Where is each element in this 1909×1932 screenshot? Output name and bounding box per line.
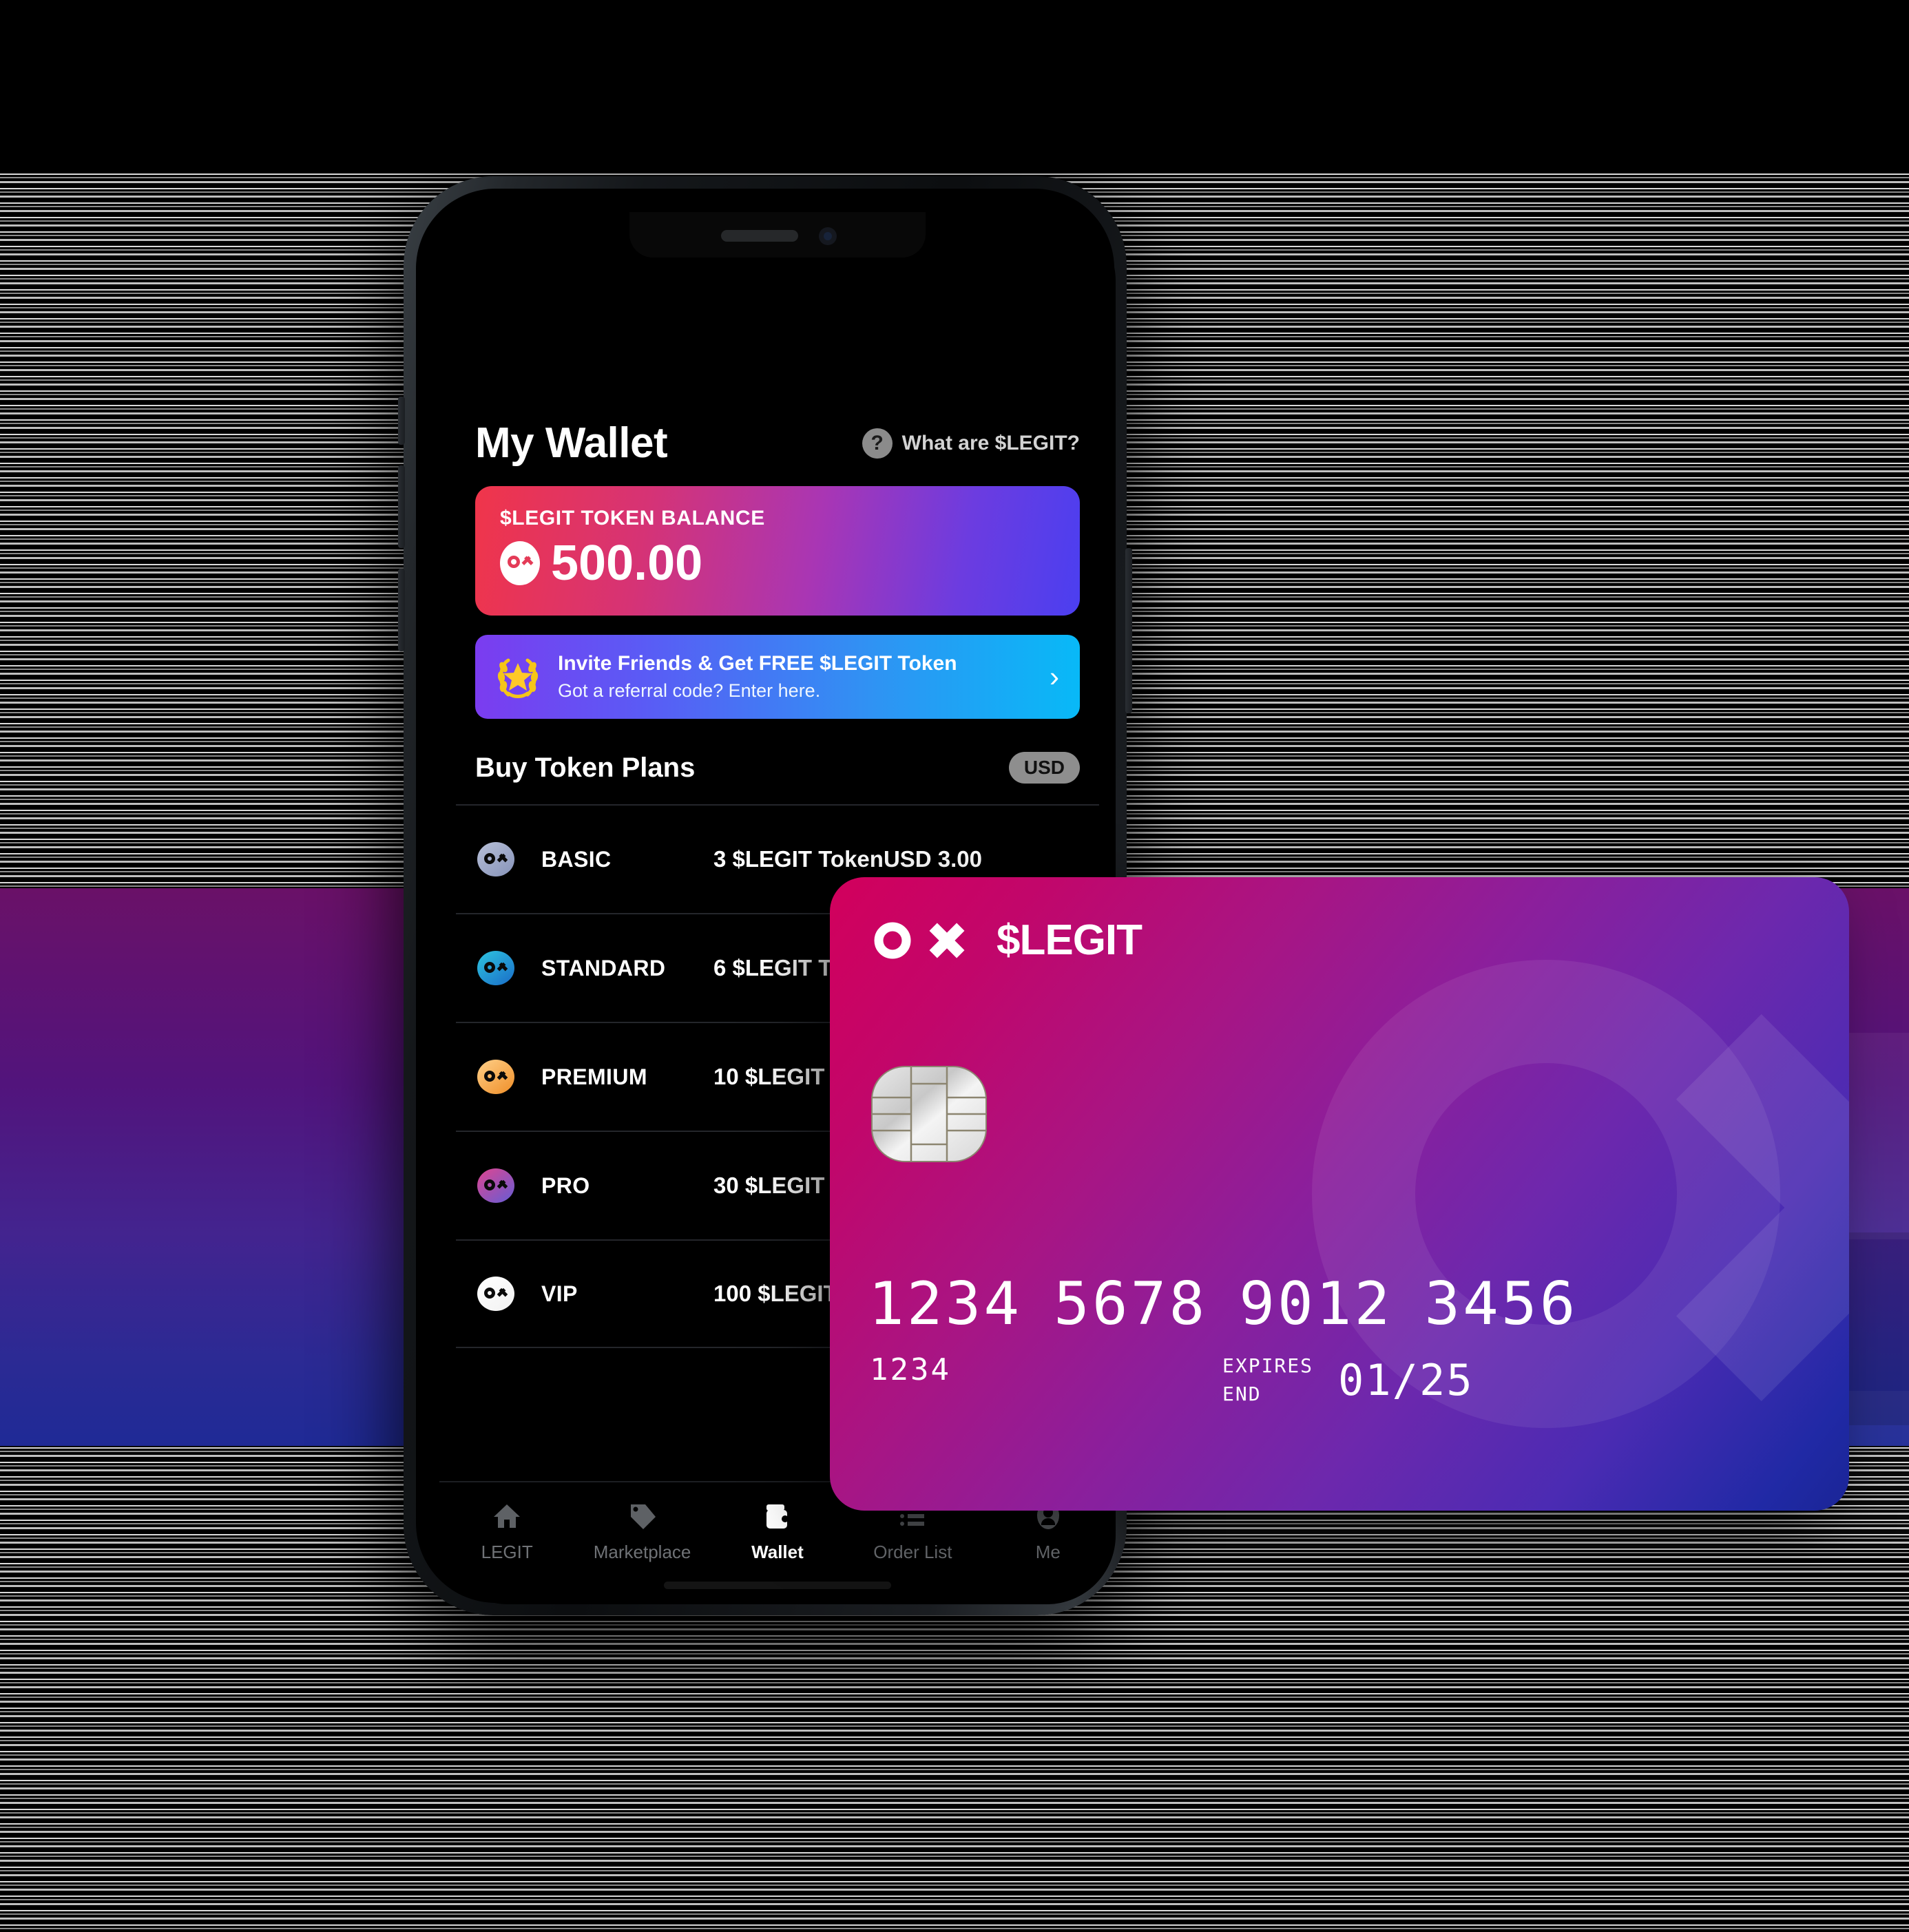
legit-credit-card[interactable]: $LEGIT 1234 5678 9012 3456 1234 EXPIRES … [830,877,1849,1511]
invite-title: Invite Friends & Get FREE $LEGIT Token [558,652,957,675]
invite-subtitle: Got a referral code? Enter here. [558,680,821,701]
balance-label: $LEGIT TOKEN BALANCE [500,507,765,529]
card-expiry-value: 01/25 [1338,1355,1474,1406]
phone-mute-switch[interactable] [398,397,405,445]
invite-text-block: Invite Friends & Get FREE $LEGIT Token G… [558,651,1034,703]
tab-label: Wallet [751,1542,804,1562]
token-balance-card[interactable]: $LEGIT TOKEN BALANCE 500.00 [475,486,1080,616]
question-mark-icon: ? [862,428,893,459]
plan-details: 3 $LEGIT TokenUSD 3.00 [713,845,1080,874]
plans-title: Buy Token Plans [475,752,696,783]
plan-token-icon [475,947,517,989]
page-title: My Wallet [475,419,668,467]
tab-label: Order List [873,1542,952,1562]
what-are-legit-label: What are $LEGIT? [901,431,1080,454]
plan-token-icon [475,839,517,880]
card-expiry-block: EXPIRES END 01/25 [1222,1352,1474,1408]
card-number-group: 3456 [1424,1270,1578,1338]
ox-logo-icon [873,921,976,960]
ox-token-icon [500,541,540,585]
plan-token-icon [475,1165,517,1206]
card-number-group: 9012 [1239,1270,1393,1338]
plan-name: PRO [541,1173,590,1198]
card-chip-icon [871,1066,987,1162]
phone-volume-down[interactable] [398,569,405,651]
card-number-group: 1234 [868,1270,1023,1338]
plan-token-amount: 3 $LEGIT Token [713,846,884,872]
plan-price-current: USD 3.00 [883,846,983,872]
card-number-group: 5678 [1054,1270,1208,1338]
tab-marketplace[interactable]: Marketplace [577,1500,708,1563]
card-logo: $LEGIT [873,916,1143,965]
expires-label-line1: EXPIRES [1222,1354,1314,1377]
tab-label: LEGIT [481,1542,533,1562]
invite-friends-banner[interactable]: Invite Friends & Get FREE $LEGIT Token G… [475,635,1080,719]
plan-price: USD 3.00 [884,846,982,872]
laurel-star-icon [493,652,543,702]
home-icon [491,1500,523,1532]
screenshot-stage: My Wallet ? What are $LEGIT? $LEGIT TOKE… [0,0,1909,1932]
expires-label-line2: END [1222,1382,1262,1405]
tab-legit[interactable]: LEGIT [441,1500,572,1563]
card-watermark-x-icon [1656,994,1849,1421]
plan-token-icon [475,1056,517,1098]
balance-row: 500.00 [500,538,1055,588]
plan-name: VIP [541,1281,578,1306]
card-number: 1234 5678 9012 3456 [868,1270,1578,1338]
tab-label: Marketplace [593,1542,691,1562]
currency-selector[interactable]: USD [1008,752,1080,784]
home-indicator [664,1582,891,1589]
chevron-right-icon: › [1050,660,1059,693]
phone-volume-up[interactable] [398,465,405,548]
what-are-legit-link[interactable]: ? What are $LEGIT? [862,428,1080,459]
plan-token-icon [475,1273,517,1314]
phone-power-button[interactable] [1125,548,1132,713]
plan-name: BASIC [541,846,612,872]
plans-section-header: Buy Token Plans USD [475,752,1080,784]
app-header: My Wallet ? What are $LEGIT? [439,419,1116,468]
wallet-icon [762,1500,793,1532]
tag-icon [627,1500,658,1532]
card-expiry-labels: EXPIRES END [1222,1352,1313,1408]
tab-wallet[interactable]: Wallet [712,1500,843,1563]
tab-label: Me [1035,1542,1061,1562]
card-brand-name: $LEGIT [997,916,1143,964]
balance-amount: 500.00 [551,536,703,591]
plan-name: STANDARD [541,955,666,980]
card-sub-number: 1234 [870,1352,951,1387]
plan-name: PREMIUM [541,1064,647,1089]
